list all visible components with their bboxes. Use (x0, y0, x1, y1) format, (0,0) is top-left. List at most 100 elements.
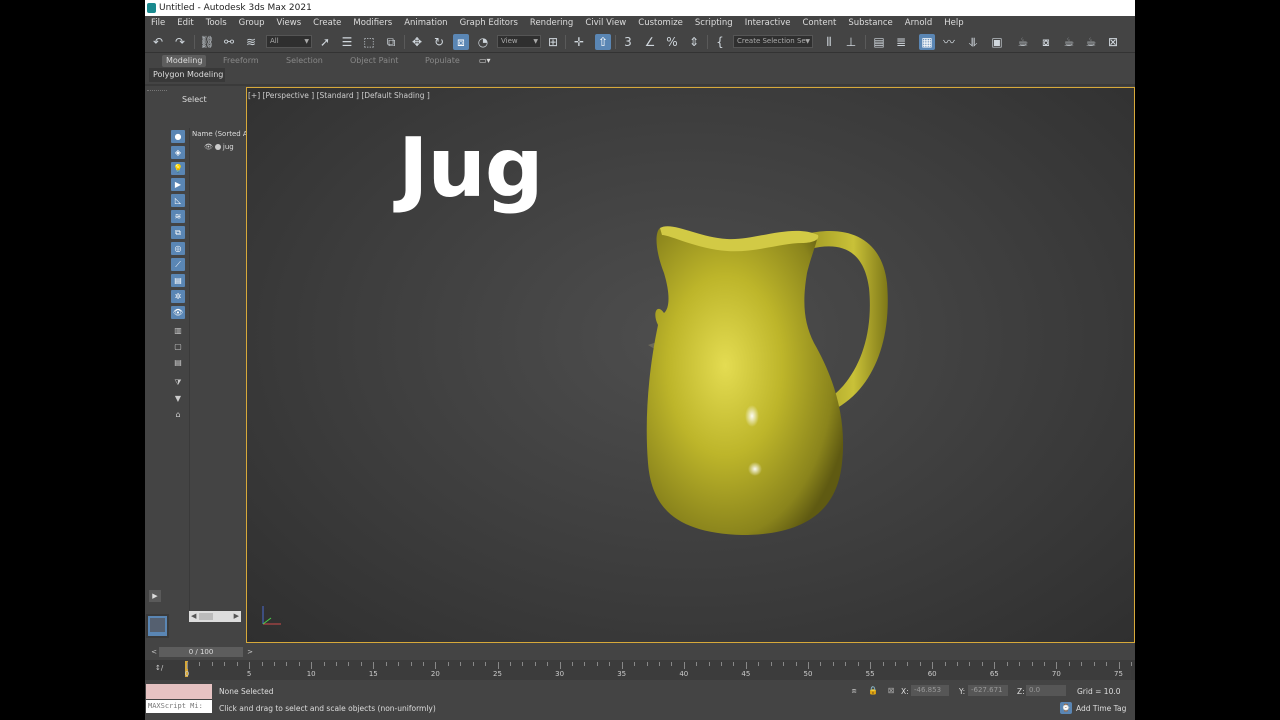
render-production-icon[interactable]: ☕ (1061, 34, 1077, 50)
named-selection-dropdown[interactable]: Create Selection Se ▼ (733, 35, 813, 48)
scroll-thumb[interactable] (199, 613, 213, 620)
select-all-icon[interactable]: ▥ (171, 324, 185, 337)
display-particles-icon[interactable]: ✲ (171, 290, 185, 303)
menu-graph-editors[interactable]: Graph Editors (454, 16, 524, 31)
time-next-button[interactable]: > (245, 647, 255, 657)
menu-content[interactable]: Content (797, 16, 843, 31)
curve-editor-icon[interactable]: 〰 (941, 34, 957, 50)
maxscript-listener-input[interactable]: MAXScript Mi: (146, 700, 212, 713)
filter-icon[interactable]: ▼ (171, 392, 185, 405)
pivot-center-icon[interactable]: ⊞ (545, 34, 561, 50)
angle-snap-icon[interactable]: ∠ (642, 34, 658, 50)
selection-lock-icon[interactable]: 🔒 (868, 686, 878, 696)
menu-rendering[interactable]: Rendering (524, 16, 579, 31)
link-icon[interactable]: ⛓ (199, 34, 215, 50)
selection-region-icon[interactable]: ⬚ (361, 34, 377, 50)
edit-named-selection-icon[interactable]: { (712, 34, 728, 50)
reference-coordinate-dropdown[interactable]: View ▼ (497, 35, 541, 48)
display-bones-icon[interactable]: ⟋ (171, 258, 185, 271)
move-icon[interactable]: ✥ (409, 34, 425, 50)
menu-group[interactable]: Group (233, 16, 271, 31)
rendered-frame-window-icon[interactable]: ⧇ (1038, 34, 1054, 50)
tab-object-paint[interactable]: Object Paint (346, 55, 402, 67)
filter-settings-icon[interactable]: ⧩ (171, 376, 185, 389)
time-prev-button[interactable]: < (149, 647, 159, 657)
menu-views[interactable]: Views (271, 16, 308, 31)
menu-substance[interactable]: Substance (842, 16, 898, 31)
render-setup-icon[interactable]: ☕ (1015, 34, 1031, 50)
display-groups-icon[interactable]: ⧉ (171, 226, 185, 239)
toggle-layer-explorer-icon[interactable]: ≣ (893, 34, 909, 50)
ribbon-panel-label[interactable]: Polygon Modeling (149, 68, 225, 82)
mirror-icon[interactable]: ⫴ (821, 34, 837, 50)
display-space-warps-icon[interactable]: ≋ (171, 210, 185, 223)
render-activeshade-icon[interactable]: ☕ (1083, 34, 1099, 50)
percent-snap-icon[interactable]: % (664, 34, 680, 50)
menu-edit[interactable]: Edit (171, 16, 199, 31)
time-tag-icon[interactable]: ⌚ (1060, 702, 1072, 714)
explorer-menu-select[interactable]: Select (182, 95, 207, 104)
menu-arnold[interactable]: Arnold (899, 16, 939, 31)
menu-interactive[interactable]: Interactive (739, 16, 797, 31)
panel-grip[interactable] (147, 90, 167, 92)
select-by-name-icon[interactable]: ☰ (339, 34, 355, 50)
display-frozen-icon[interactable]: 👁 (171, 306, 185, 319)
ribbon-options-icon[interactable]: ▭▾ (475, 55, 495, 67)
explorer-horizontal-scrollbar[interactable]: ◀ ▶ (189, 611, 241, 622)
layer-color-swatch[interactable] (146, 614, 169, 638)
perspective-viewport[interactable]: [+] [Perspective ] [Standard ] [Default … (246, 87, 1135, 643)
list-item[interactable]: 👁 jug (204, 143, 234, 151)
selection-filter-dropdown[interactable]: All ▼ (266, 35, 312, 48)
menu-modifiers[interactable]: Modifiers (347, 16, 398, 31)
menu-customize[interactable]: Customize (632, 16, 689, 31)
z-coordinate-field[interactable]: 0.0 (1026, 685, 1066, 696)
tab-selection[interactable]: Selection (282, 55, 327, 67)
select-invert-icon[interactable]: ▤ (171, 356, 185, 369)
menu-scripting[interactable]: Scripting (689, 16, 739, 31)
x-coordinate-field[interactable]: -46.853 (911, 685, 949, 696)
schematic-view-icon[interactable]: ⥥ (965, 34, 981, 50)
tab-freeform[interactable]: Freeform (219, 55, 263, 67)
display-cameras-icon[interactable]: ▶ (171, 178, 185, 191)
menu-tools[interactable]: Tools (200, 16, 233, 31)
viewport-label[interactable]: [+] [Perspective ] [Standard ] [Default … (248, 91, 430, 100)
display-helpers-icon[interactable]: ◺ (171, 194, 185, 207)
snaps-toggle-icon[interactable]: 3 (620, 34, 636, 50)
display-containers-icon[interactable]: ▤ (171, 274, 185, 287)
expand-explorer-button[interactable]: ▶ (149, 590, 161, 602)
visibility-eye-icon[interactable]: 👁 (204, 143, 213, 151)
redo-icon[interactable]: ↷ (172, 34, 188, 50)
display-shapes-icon[interactable]: ◈ (171, 146, 185, 159)
scroll-left-icon[interactable]: ◀ (191, 611, 196, 622)
unlink-icon[interactable]: ⚯ (221, 34, 237, 50)
select-none-icon[interactable]: ▢ (171, 340, 185, 353)
toggle-ribbon-icon[interactable]: ▦ (919, 34, 935, 50)
scale-icon[interactable]: ⧈ (453, 34, 469, 50)
material-editor-icon[interactable]: ▣ (989, 34, 1005, 50)
menu-animation[interactable]: Animation (398, 16, 453, 31)
keyboard-shortcut-override-icon[interactable]: ⇧ (595, 34, 611, 50)
mini-curve-editor-icon[interactable]: ↕/ (155, 664, 163, 672)
display-lights-icon[interactable]: 💡 (171, 162, 185, 175)
y-coordinate-field[interactable]: -627.671 (968, 685, 1008, 696)
toggle-scene-explorer-icon[interactable]: ▤ (871, 34, 887, 50)
isolate-selection-icon[interactable]: ⧈ (849, 686, 859, 696)
menu-file[interactable]: File (145, 16, 171, 31)
render-in-cloud-icon[interactable]: ⊠ (1105, 34, 1121, 50)
jug-model[interactable] (642, 213, 922, 548)
add-time-tag-button[interactable]: Add Time Tag (1076, 704, 1126, 713)
menu-civil-view[interactable]: Civil View (579, 16, 632, 31)
manipulate-icon[interactable]: ✛ (571, 34, 587, 50)
tab-populate[interactable]: Populate (421, 55, 464, 67)
time-slider[interactable]: 0 / 100 (159, 647, 243, 657)
track-ruler[interactable]: 0 5 10 15 20 25 30 35 40 45 50 55 60 65 70 75 (185, 660, 1132, 680)
maxscript-listener-output[interactable] (146, 684, 212, 699)
display-geometry-icon[interactable]: ● (171, 130, 185, 143)
bind-space-warp-icon[interactable]: ≋ (243, 34, 259, 50)
menu-help[interactable]: Help (938, 16, 969, 31)
undo-icon[interactable]: ↶ (150, 34, 166, 50)
absolute-mode-icon[interactable]: ⊠ (886, 686, 896, 696)
window-crossing-icon[interactable]: ⧉ (383, 34, 399, 50)
name-column-header[interactable]: Name (Sorted A (192, 130, 248, 138)
display-xrefs-icon[interactable]: ◎ (171, 242, 185, 255)
